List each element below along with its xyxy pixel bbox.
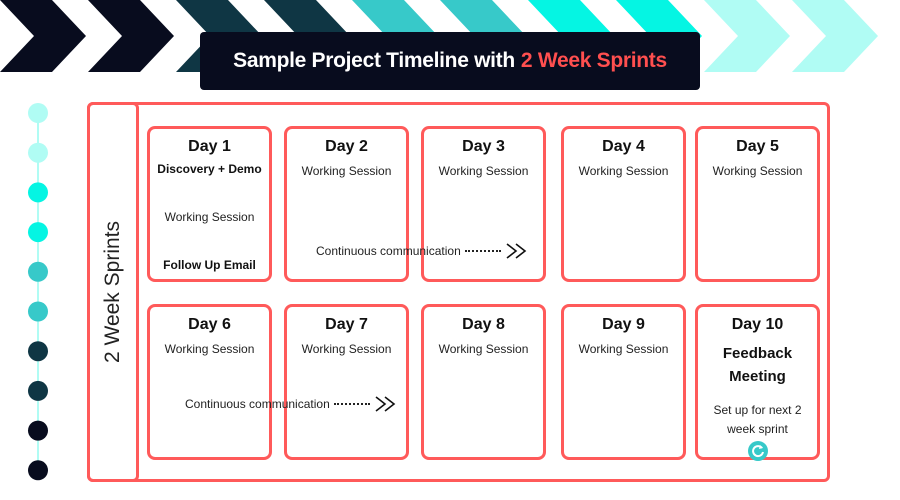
timeline-dots	[28, 103, 48, 481]
communication-label: Continuous communication	[316, 244, 461, 258]
communication-label: Continuous communication	[185, 397, 330, 411]
title-highlight: 2 Week Sprints	[520, 49, 667, 72]
day-bold: Feedback Meeting	[722, 345, 793, 385]
refresh-icon	[747, 441, 768, 461]
day-card: Day 1 Discovery + Demo Working Session Foll…	[147, 126, 272, 282]
day-text: Working Session	[301, 342, 392, 356]
day-title: Day 5	[736, 138, 779, 155]
timeline-dot	[28, 182, 48, 203]
day-text: Working Session	[712, 164, 803, 178]
day-text: Working Session	[301, 164, 392, 178]
day-text: Working Session	[578, 342, 669, 356]
day-title: Day 6	[188, 316, 231, 333]
day-text: Working Session	[164, 342, 255, 356]
timeline-dot	[28, 222, 48, 243]
title-text: Sample Project Timeline with	[233, 49, 515, 72]
day-bold: Discovery + Demo	[157, 162, 262, 176]
day-title: Day 9	[602, 316, 645, 333]
day-title: Day 10	[731, 316, 784, 333]
day-card: Day 7 Working Session	[284, 304, 409, 460]
day-text: Working Session	[578, 164, 669, 178]
timeline-dot	[28, 460, 48, 481]
double-chevron-icon	[506, 243, 527, 259]
side-label-box: 2 Week Sprints	[87, 102, 139, 482]
day-text: Working Session	[438, 164, 529, 178]
side-label: 2 Week Sprints	[101, 220, 124, 364]
day-title: Day 4	[602, 138, 645, 155]
timeline-dot	[28, 301, 48, 322]
day-text: Working Session	[438, 342, 529, 356]
timeline-dot	[28, 420, 48, 441]
day-title: Day 1	[188, 138, 231, 155]
day-card: Day 10 Feedback Meeting Set up for next 2 …	[695, 304, 820, 461]
double-chevron-icon	[375, 396, 396, 412]
day-title: Day 2	[325, 138, 368, 155]
day-card: Day 9 Working Session	[561, 304, 686, 460]
chevron	[88, 0, 174, 72]
day-title: Day 8	[462, 316, 505, 333]
timeline-dot	[28, 261, 48, 282]
timeline-dot	[28, 341, 48, 362]
day-bold: Follow Up Email	[163, 258, 256, 272]
day-card: Day 4 Working Session	[561, 126, 686, 282]
day-text: Set up for next 2 week sprint	[713, 403, 802, 436]
chevron	[792, 0, 878, 72]
communication-arrow-2: Continuous communication	[185, 395, 398, 413]
chevron	[704, 0, 790, 72]
timeline-dot	[28, 103, 48, 123]
day-title: Day 3	[462, 138, 505, 155]
timeline-dot	[28, 380, 48, 401]
page-title: Sample Project Timeline with 2 Week Sprin…	[200, 32, 700, 90]
timeline-dot	[28, 142, 48, 163]
day-text: Working Session	[164, 210, 255, 224]
day-title: Day 7	[325, 316, 368, 333]
day-card: Day 8 Working Session	[421, 304, 546, 460]
day-card: Day 5 Working Session	[695, 126, 820, 282]
communication-arrow-1: Continuous communication	[316, 242, 529, 260]
day-card: Day 6 Working Session	[147, 304, 272, 460]
